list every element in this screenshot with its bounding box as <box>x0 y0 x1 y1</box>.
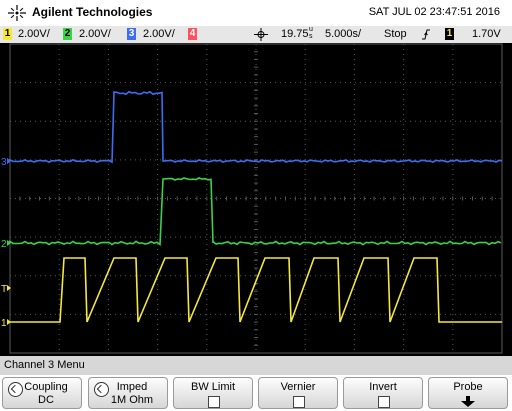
imped-softkey[interactable]: Imped 1M Ohm <box>88 377 168 409</box>
trigger-level: 1.70V <box>472 28 501 40</box>
invert-softkey[interactable]: Invert <box>343 377 423 409</box>
menu-title-bar: Channel 3 Menu <box>0 356 512 375</box>
coupling-softkey[interactable]: Coupling DC <box>2 377 82 409</box>
bw-limit-softkey[interactable]: BW Limit <box>173 377 253 409</box>
checkbox-icon <box>293 396 305 408</box>
date-time: SAT JUL 02 23:47:51 2016 <box>368 6 500 18</box>
waveform-screen: 3 2 1 T <box>0 43 512 356</box>
agilent-logo-icon <box>8 5 26 21</box>
arrow-down-icon <box>461 396 475 407</box>
delay-value: 19.75 <box>281 28 309 40</box>
status-bar: 1 2.00V/ 2 2.00V/ 3 2.00V/ 4 19.75 u s 5… <box>0 26 512 43</box>
ch1-scale: 2.00V/ <box>18 28 50 40</box>
run-state: Stop <box>384 28 407 40</box>
ch2-indicator[interactable]: 2 <box>63 28 72 40</box>
ch4-indicator[interactable]: 4 <box>188 28 197 40</box>
oscilloscope-display: Agilent Technologies SAT JUL 02 23:47:51… <box>0 0 512 411</box>
checkbox-icon <box>208 396 220 408</box>
ch1-ground-marker-label: 1 <box>1 318 7 329</box>
ch2-scale: 2.00V/ <box>79 28 111 40</box>
ch3-waveform <box>9 90 503 164</box>
header-bar: Agilent Technologies SAT JUL 02 23:47:51… <box>0 0 512 26</box>
trigger-source: 1 <box>445 28 454 40</box>
ch3-scale: 2.00V/ <box>143 28 175 40</box>
delay-unit: u s <box>309 26 313 40</box>
vernier-softkey[interactable]: Vernier <box>258 377 338 409</box>
trigger-level-marker-label: T <box>1 284 7 295</box>
probe-softkey[interactable]: Probe <box>428 377 508 409</box>
ch2-ground-marker-label: 2 <box>1 239 7 250</box>
trigger-slope-icon <box>422 29 430 40</box>
softkey-bar: Coupling DC Imped 1M Ohm BW Limit Vernie… <box>0 375 512 411</box>
graticule: 3 2 1 T <box>1 43 503 354</box>
horizontal-position-icon <box>254 28 268 41</box>
timebase-value: 5.000s/ <box>325 28 362 40</box>
checkbox-icon <box>378 396 390 408</box>
ch3-ground-marker-label: 3 <box>1 157 7 168</box>
ch1-indicator[interactable]: 1 <box>3 28 12 40</box>
ch3-indicator[interactable]: 3 <box>127 28 136 40</box>
menu-title: Channel 3 Menu <box>4 359 85 371</box>
brand-name: Agilent Technologies <box>32 5 153 19</box>
